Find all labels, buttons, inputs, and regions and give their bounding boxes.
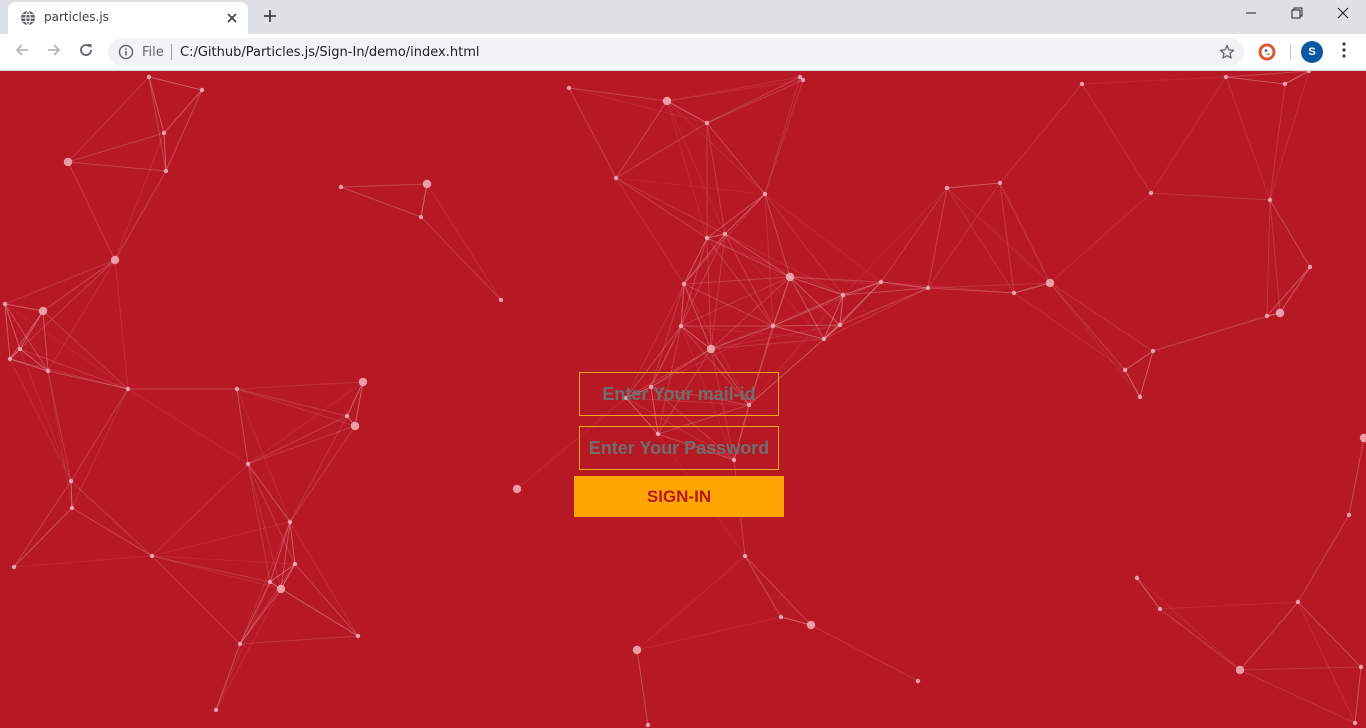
address-bar[interactable]: File C:/Github/Particles.js/Sign-In/demo…	[108, 38, 1244, 66]
duckduckgo-icon[interactable]	[1257, 42, 1277, 62]
email-field[interactable]	[579, 372, 779, 416]
globe-icon	[20, 10, 36, 26]
star-icon[interactable]	[1218, 43, 1236, 61]
page-content: SIGN-IN	[0, 71, 1366, 728]
restore-button[interactable]	[1274, 0, 1320, 30]
avatar[interactable]: S	[1301, 41, 1323, 63]
reload-button[interactable]	[74, 40, 98, 64]
info-icon[interactable]	[118, 44, 134, 60]
divider	[1290, 44, 1291, 60]
reload-icon	[78, 42, 94, 63]
minimize-icon	[1245, 6, 1257, 24]
browser-tab[interactable]: particles.js	[8, 2, 248, 34]
close-icon	[1337, 6, 1349, 24]
close-icon[interactable]	[224, 10, 240, 26]
password-field[interactable]	[579, 426, 779, 470]
minimize-button[interactable]	[1228, 0, 1274, 30]
back-button[interactable]	[10, 40, 34, 64]
new-tab-button[interactable]	[258, 6, 282, 30]
security-label: File	[142, 45, 164, 60]
sign-in-form: SIGN-IN	[0, 71, 1366, 728]
url-text[interactable]: C:/Github/Particles.js/Sign-In/demo/inde…	[180, 45, 480, 60]
restore-icon	[1291, 6, 1303, 24]
kebab-menu-icon	[1342, 41, 1346, 63]
forward-button[interactable]	[42, 40, 66, 64]
tab-title: particles.js	[44, 10, 109, 24]
tab-strip: particles.js	[0, 0, 1366, 34]
browser-toolbar: File C:/Github/Particles.js/Sign-In/demo…	[0, 34, 1366, 71]
close-window-button[interactable]	[1320, 0, 1366, 30]
plus-icon	[263, 9, 277, 28]
divider	[171, 44, 172, 60]
forward-icon	[46, 42, 62, 63]
back-icon	[14, 42, 30, 63]
sign-in-button[interactable]: SIGN-IN	[574, 476, 784, 517]
browser-menu-button[interactable]	[1334, 40, 1354, 64]
